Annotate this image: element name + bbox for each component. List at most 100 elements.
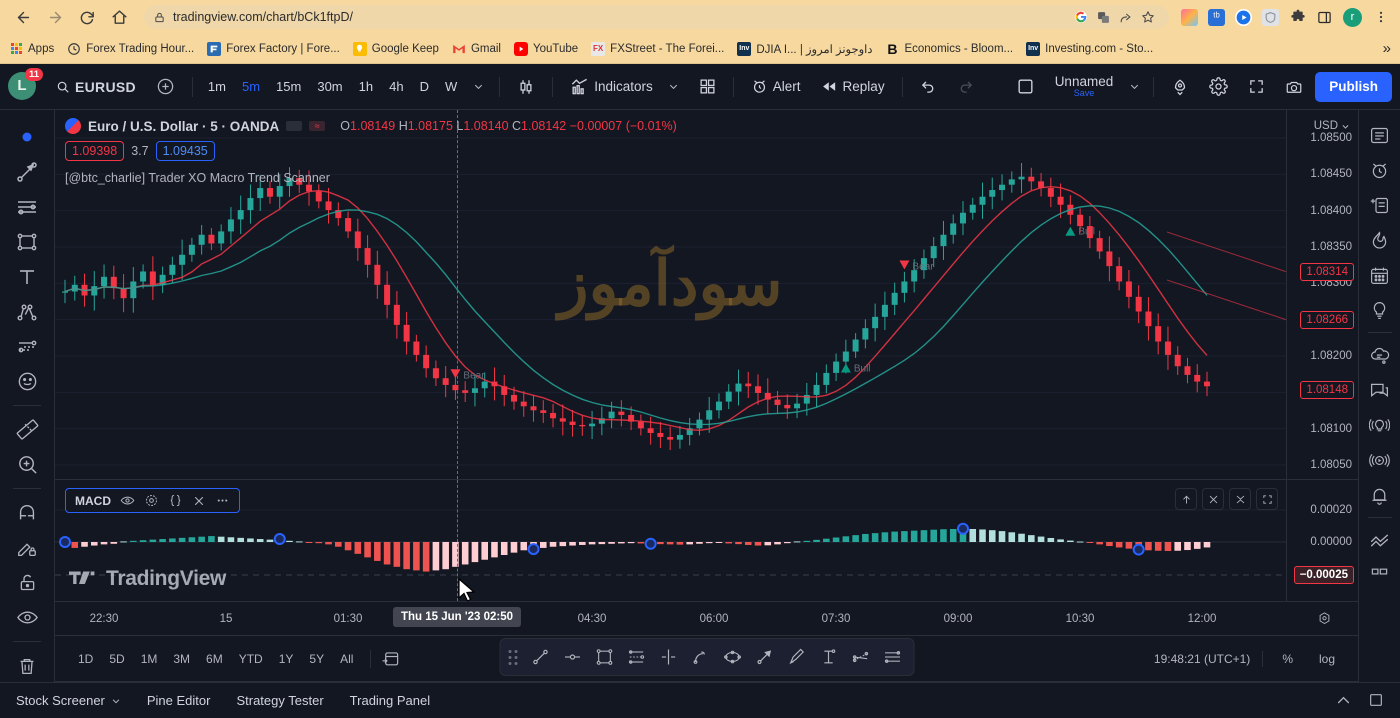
macd-axis[interactable]: 0.00020 0.00000 −0.00025 <box>1286 480 1358 601</box>
object-tree-panel[interactable] <box>1363 523 1397 557</box>
zoom-tool[interactable] <box>8 448 46 481</box>
layout-button[interactable] <box>1008 72 1043 102</box>
parallel-channel-icon[interactable] <box>877 643 907 671</box>
settings-button[interactable] <box>1201 72 1236 102</box>
close-icon[interactable] <box>1202 488 1224 510</box>
goto-date-icon[interactable] <box>381 649 400 668</box>
share-icon[interactable] <box>1119 11 1132 24</box>
back-button[interactable] <box>10 4 36 30</box>
text-tool[interactable] <box>8 260 46 293</box>
home-button[interactable] <box>106 4 132 30</box>
trend-line-icon[interactable] <box>525 643 555 671</box>
forward-button[interactable] <box>42 4 68 30</box>
range-3m[interactable]: 3M <box>166 649 197 669</box>
timeframe-30m[interactable]: 30m <box>311 73 348 101</box>
puzzle-icon[interactable] <box>1289 9 1306 26</box>
eye-icon[interactable] <box>120 493 135 508</box>
replay-button[interactable]: Replay <box>813 72 893 102</box>
calendar-panel[interactable] <box>1363 258 1397 292</box>
timeframe-W[interactable]: W <box>439 73 463 101</box>
redo-button[interactable] <box>949 72 982 102</box>
rectangle-icon[interactable] <box>589 643 619 671</box>
trend-line-tool[interactable] <box>8 155 46 188</box>
ideas-stream-panel[interactable] <box>1363 408 1397 442</box>
chevron-down-icon[interactable] <box>467 73 490 101</box>
range-6m[interactable]: 6M <box>199 649 230 669</box>
timeframe-15m[interactable]: 15m <box>270 73 307 101</box>
bookmark-forex-trading-hours[interactable]: Forex Trading Hour... <box>67 42 194 56</box>
bookmark-apps[interactable]: Apps <box>9 42 54 56</box>
user-menu-button[interactable]: L 11 <box>8 67 43 102</box>
lock-drawings[interactable] <box>8 566 46 599</box>
hide-drawings[interactable] <box>8 601 46 634</box>
translate-icon[interactable] <box>1097 11 1110 24</box>
bookmark-djia[interactable]: Inv DJIA I... | داوجونز امروز <box>737 41 872 56</box>
timeframe-1m[interactable]: 1m <box>202 73 232 101</box>
timeframe-4h[interactable]: 4h <box>383 73 409 101</box>
source-code-icon[interactable] <box>168 493 183 508</box>
chevron-down-icon[interactable] <box>111 696 121 706</box>
range-all[interactable]: All <box>333 649 360 669</box>
fib-retracement-icon[interactable] <box>621 643 651 671</box>
range-5d[interactable]: 5D <box>102 649 131 669</box>
data-window-panel[interactable] <box>1363 188 1397 222</box>
maximize-icon[interactable] <box>1368 692 1384 709</box>
save-label[interactable]: Save <box>1074 89 1095 98</box>
symbol-search[interactable]: EURUSD <box>48 72 144 102</box>
alert-button[interactable]: Alert <box>743 72 809 102</box>
layouts-button[interactable] <box>691 72 724 102</box>
shapes-tool[interactable] <box>8 225 46 258</box>
reload-button[interactable] <box>74 4 100 30</box>
range-5y[interactable]: 5Y <box>302 649 331 669</box>
timeframe-5m[interactable]: 5m <box>236 73 266 101</box>
undo-button[interactable] <box>912 72 945 102</box>
hotlist-panel[interactable] <box>1363 223 1397 257</box>
timeframe-1h[interactable]: 1h <box>353 73 379 101</box>
maximize-icon[interactable] <box>1256 488 1278 510</box>
measure-icon[interactable] <box>813 643 843 671</box>
floating-drawing-toolbar[interactable] <box>499 638 914 676</box>
horizontal-lines-tool[interactable] <box>8 190 46 223</box>
quick-search-button[interactable] <box>1163 72 1197 102</box>
tab-strategy-tester[interactable]: Strategy Tester <box>236 693 323 708</box>
stay-in-drawing-mode[interactable] <box>8 531 46 564</box>
extension-icon-2[interactable]: ᵗᵇ <box>1208 8 1225 26</box>
currency-selector[interactable]: USD <box>1314 120 1350 132</box>
chevron-down-icon[interactable] <box>668 81 679 92</box>
sidepanel-icon[interactable] <box>1316 9 1333 26</box>
range-1d[interactable]: 1D <box>71 649 100 669</box>
alerts-panel[interactable] <box>1363 153 1397 187</box>
brush-icon[interactable] <box>781 643 811 671</box>
bookmark-youtube[interactable]: YouTube <box>513 41 578 56</box>
ellipse-icon[interactable] <box>717 643 747 671</box>
arrow-marker-icon[interactable] <box>749 643 779 671</box>
close-icon[interactable] <box>192 494 206 508</box>
prediction-tool[interactable] <box>8 330 46 363</box>
extension-icon-3[interactable] <box>1235 8 1252 26</box>
horizontal-ray-icon[interactable] <box>557 643 587 671</box>
layout-tree-panel[interactable] <box>1363 558 1397 592</box>
move-up-icon[interactable] <box>1175 488 1197 510</box>
measure-tool[interactable] <box>8 413 46 446</box>
bid-price[interactable]: 1.09398 <box>65 141 125 161</box>
range-ytd[interactable]: YTD <box>232 649 270 669</box>
bookmark-gmail[interactable]: Gmail <box>452 42 501 56</box>
publish-button[interactable]: Publish <box>1315 71 1392 102</box>
kebab-menu-icon[interactable] <box>1372 4 1390 30</box>
extension-icon-4[interactable] <box>1262 8 1279 26</box>
remove-drawings[interactable] <box>8 649 46 682</box>
profile-avatar[interactable]: r <box>1343 7 1362 27</box>
clock-settings-icon[interactable] <box>1317 611 1332 626</box>
gear-icon[interactable] <box>144 493 159 508</box>
more-icon[interactable] <box>215 493 230 508</box>
crosshair-icon[interactable] <box>653 643 683 671</box>
log-scale-toggle[interactable]: log <box>1312 649 1342 669</box>
snapshot-button[interactable] <box>1277 72 1311 102</box>
chart-name-button[interactable]: Unnamed Save <box>1047 69 1122 105</box>
hide-icon[interactable] <box>286 121 303 131</box>
bookmark-google-keep[interactable]: Google Keep <box>352 41 439 56</box>
emoji-tool[interactable] <box>8 365 46 398</box>
chevron-down-icon[interactable] <box>1125 72 1144 102</box>
tab-stock-screener[interactable]: Stock Screener <box>16 693 121 708</box>
range-1y[interactable]: 1Y <box>272 649 301 669</box>
